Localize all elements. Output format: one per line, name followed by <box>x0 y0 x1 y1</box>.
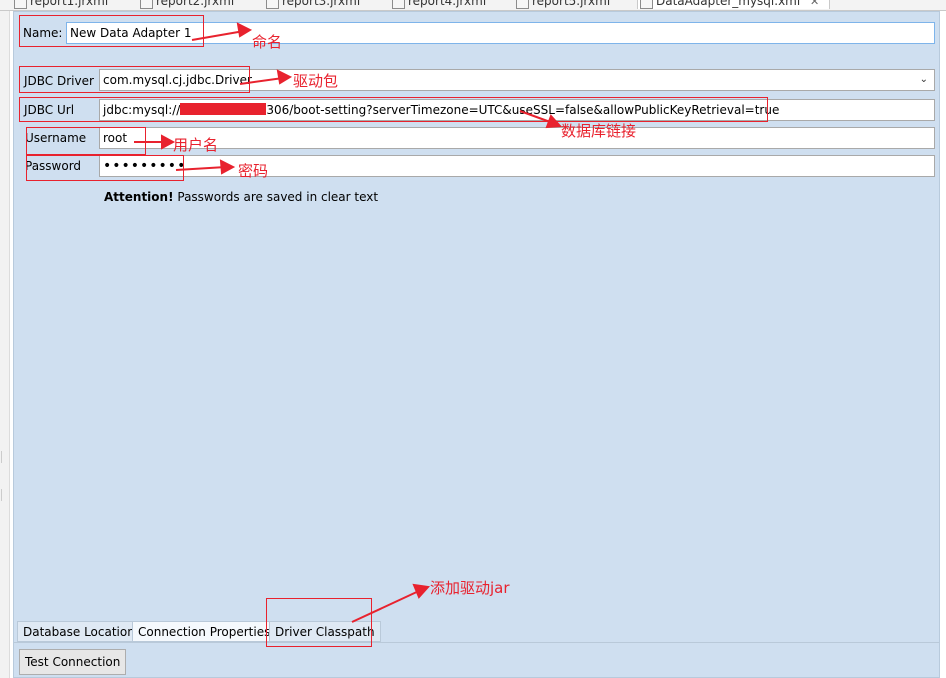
chevron-down-icon[interactable]: ⌄ <box>920 70 928 90</box>
tab-report2[interactable]: report2.jrxml <box>138 0 234 9</box>
fold-marker <box>1 489 8 501</box>
file-icon <box>14 0 27 9</box>
attention-strong: Attention! <box>104 190 174 204</box>
file-icon <box>392 0 405 9</box>
annotation-box-driver <box>19 66 250 93</box>
annotation-driver-note: 驱动包 <box>293 72 339 90</box>
annotation-box-username <box>26 127 146 155</box>
tab-report5[interactable]: report5.jrxml <box>514 0 610 9</box>
annotation-password-note: 密码 <box>238 162 269 180</box>
username-input[interactable]: root <box>99 127 935 149</box>
annotation-classpath-note: 添加驱动jar <box>430 579 510 597</box>
file-icon <box>516 0 529 9</box>
left-gutter <box>0 11 10 678</box>
tab-database-location[interactable]: Database Location <box>17 621 141 642</box>
tab-data-adapter[interactable]: DataAdapter_mysql.xml ✕ <box>637 0 831 9</box>
annotation-url-note: 数据库链接 <box>561 122 637 140</box>
annotation-box-password <box>26 155 184 181</box>
tab-report1[interactable]: report1.jrxml <box>12 0 108 9</box>
annotation-box-name <box>19 15 204 47</box>
tab-divider <box>14 642 939 643</box>
editor-tab-bar: report1.jrxml report2.jrxml report3.jrxm… <box>0 0 946 11</box>
file-icon <box>140 0 153 9</box>
annotation-username-note: 用户名 <box>173 136 219 154</box>
annotation-box-classpath <box>266 598 372 647</box>
tab-report4[interactable]: report4.jrxml <box>390 0 486 9</box>
tab-connection-properties[interactable]: Connection Properties <box>132 621 277 642</box>
annotation-box-url <box>19 97 768 122</box>
file-icon <box>266 0 279 9</box>
password-warning: Attention! Passwords are saved in clear … <box>104 190 378 204</box>
fold-marker <box>1 451 8 463</box>
attention-text: Passwords are saved in clear text <box>173 190 379 204</box>
password-input[interactable]: ••••••••• <box>99 155 935 177</box>
test-connection-button[interactable]: Test Connection <box>19 649 127 675</box>
file-icon <box>640 0 653 9</box>
tab-report3[interactable]: report3.jrxml <box>264 0 360 9</box>
annotation-name-note: 命名 <box>252 33 283 51</box>
close-icon[interactable]: ✕ <box>810 0 819 8</box>
